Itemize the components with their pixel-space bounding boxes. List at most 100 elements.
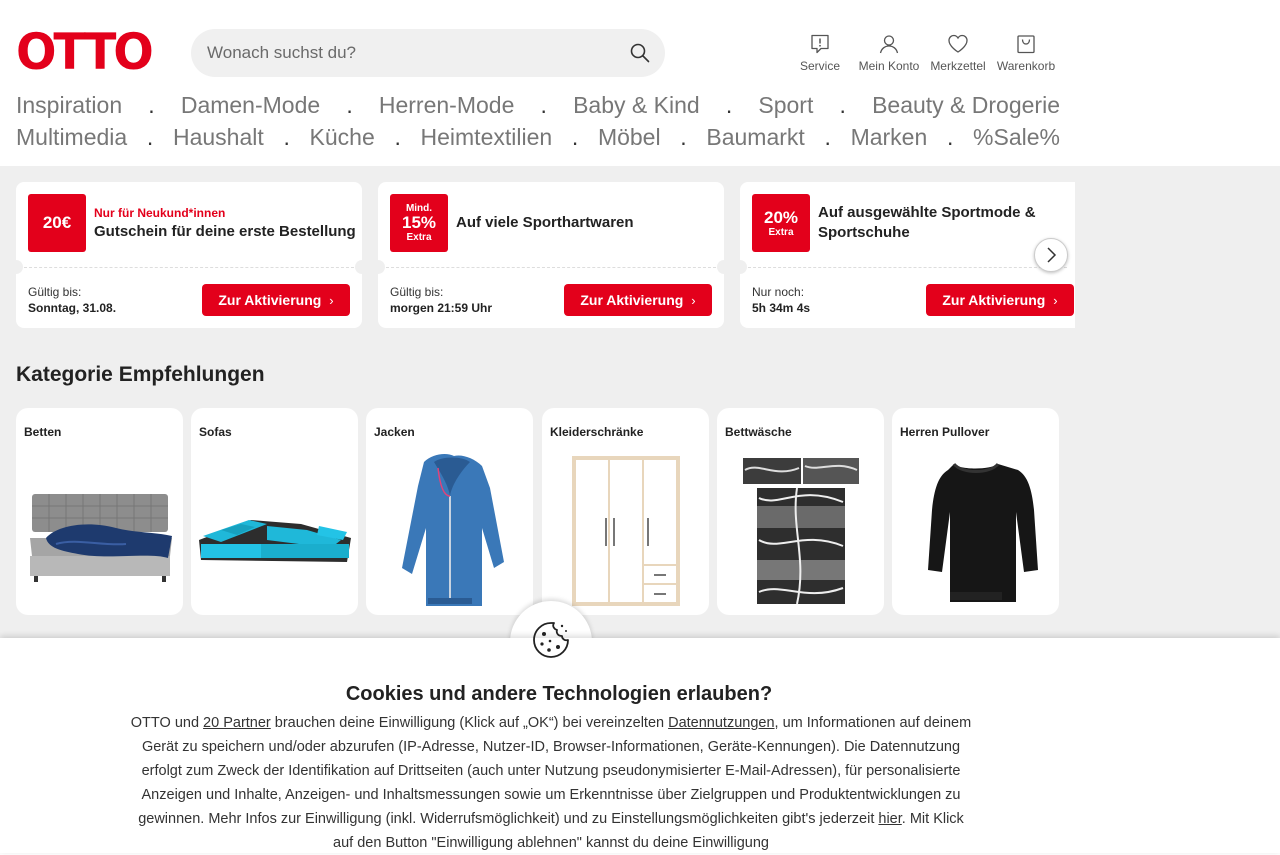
activate-button[interactable]: Zur Aktivierung ›	[564, 284, 712, 316]
badge-value: 20€	[42, 213, 72, 232]
cart-button[interactable]: Warenkorb	[993, 33, 1059, 73]
section-title: Kategorie Empfehlungen	[16, 363, 265, 386]
coupon-kicker: Nur für Neukund*innen	[94, 206, 226, 220]
category-tile-kleiderschraenke[interactable]: Kleiderschränke	[542, 408, 709, 615]
otto-logo[interactable]: OTTO	[16, 27, 154, 77]
service-label: Service	[799, 59, 840, 73]
carousel-next-button[interactable]	[1034, 238, 1068, 272]
coupon-divider	[748, 267, 1067, 268]
main-nav-row-1: Inspiration . Damen-Mode . Herren-Mode .…	[16, 92, 1060, 119]
wishlist-button[interactable]: Merkzettel	[925, 33, 991, 73]
category-label: Jacken	[374, 425, 415, 439]
activate-button[interactable]: Zur Aktivierung ›	[202, 284, 350, 316]
category-label: Herren Pullover	[900, 425, 990, 439]
sofa-image	[199, 520, 351, 562]
datennutzungen-link[interactable]: Datennutzungen	[668, 715, 774, 731]
nav-item-moebel[interactable]: Möbel	[598, 124, 661, 151]
category-label: Sofas	[199, 425, 232, 439]
chevron-right-icon: ›	[1053, 292, 1058, 308]
coupon-card-neukunden[interactable]: 20€ Nur für Neukund*innen Gutschein für …	[16, 182, 362, 328]
search-bar[interactable]	[191, 29, 665, 77]
badge-bottom: Extra	[406, 232, 432, 243]
badge-bottom: Extra	[768, 226, 794, 238]
cookie-icon	[533, 622, 569, 658]
category-tile-bettwaesche[interactable]: Bettwäsche	[717, 408, 884, 615]
category-tile-sofas[interactable]: Sofas	[191, 408, 358, 615]
nav-item-damen-mode[interactable]: Damen-Mode	[181, 92, 320, 119]
coupon-notch	[355, 260, 362, 274]
hier-link[interactable]: hier	[878, 811, 901, 827]
nav-separator: .	[540, 92, 547, 118]
search-input[interactable]	[207, 41, 607, 65]
jacket-image	[402, 454, 504, 606]
nav-separator: .	[148, 92, 155, 118]
coupon-valid-label: Gültig bis:	[390, 285, 444, 299]
coupon-headline: Auf viele Sporthartwaren	[456, 214, 634, 231]
nav-item-herren-mode[interactable]: Herren-Mode	[379, 92, 515, 119]
nav-separator: .	[283, 124, 290, 150]
category-tile-jacken[interactable]: Jacken	[366, 408, 533, 615]
coupon-notch	[740, 260, 747, 274]
category-label: Betten	[24, 425, 62, 439]
activate-button[interactable]: Zur Aktivierung ›	[926, 284, 1074, 316]
service-button[interactable]: Service	[790, 33, 850, 73]
nav-item-haushalt[interactable]: Haushalt	[173, 124, 264, 151]
nav-item-marken[interactable]: Marken	[851, 124, 928, 151]
coupon-valid-label: Gültig bis:	[28, 285, 82, 299]
chevron-right-icon: ›	[691, 292, 696, 308]
coupon-badge: Mind. 15% Extra	[390, 194, 448, 252]
badge-value: 20%	[763, 207, 799, 227]
cookie-text-part: , um Informationen auf deinem Gerät zu s…	[138, 715, 972, 827]
coupon-card-sporthartwaren[interactable]: Mind. 15% Extra Auf viele Sporthartwaren…	[378, 182, 724, 328]
coupon-valid-label: Nur noch:	[752, 285, 805, 299]
cart-label: Warenkorb	[996, 59, 1056, 73]
bed-linen-image	[743, 458, 859, 605]
nav-item-kueche[interactable]: Küche	[310, 124, 375, 151]
coupon-divider	[386, 267, 716, 268]
badge-value: 15%	[401, 213, 437, 232]
nav-item-sport[interactable]: Sport	[758, 92, 813, 119]
wishlist-label: Merkzettel	[930, 59, 986, 73]
nav-item-baumarkt[interactable]: Baumarkt	[706, 124, 804, 151]
coupon-badge: 20€	[28, 194, 86, 252]
coupon-headline-line2: Sportschuhe	[818, 224, 910, 241]
wardrobe-image	[572, 456, 680, 606]
coupon-notch	[378, 260, 385, 274]
nav-separator: .	[346, 92, 353, 118]
account-label: Mein Konto	[858, 59, 920, 73]
search-icon[interactable]	[629, 42, 651, 64]
cookie-title: Cookies und andere Technologien erlauben…	[345, 683, 773, 705]
coupon-notch	[717, 260, 724, 274]
coupon-headline: Gutschein für deine erste Bestellung	[94, 223, 356, 240]
nav-separator: .	[839, 92, 846, 118]
cookie-text-part: OTTO und	[130, 715, 204, 731]
nav-item-heimtextilien[interactable]: Heimtextilien	[421, 124, 553, 151]
nav-separator: .	[680, 124, 687, 150]
coupon-divider	[24, 267, 354, 268]
coupon-countdown: 5h 34m 4s	[752, 301, 811, 315]
nav-item-beauty-drogerie[interactable]: Beauty & Drogerie	[872, 92, 1060, 119]
account-button[interactable]: Mein Konto	[855, 33, 923, 73]
category-tile-herren-pullover[interactable]: Herren Pullover	[892, 408, 1059, 615]
category-tile-betten[interactable]: Betten	[16, 408, 183, 615]
chevron-right-icon: ›	[329, 292, 334, 308]
nav-item-sale[interactable]: %Sale%	[973, 124, 1060, 151]
nav-item-multimedia[interactable]: Multimedia	[16, 124, 127, 151]
nav-item-inspiration[interactable]: Inspiration	[16, 92, 122, 119]
nav-separator: .	[946, 124, 954, 150]
bed-image	[30, 494, 172, 582]
sweater-image	[928, 462, 1038, 602]
coupon-notch	[16, 260, 23, 274]
nav-item-baby-kind[interactable]: Baby & Kind	[573, 92, 700, 119]
nav-separator: .	[824, 124, 831, 150]
activate-label: Zur Aktivierung	[580, 292, 684, 308]
nav-separator: .	[725, 92, 733, 118]
cart-bag-icon	[1017, 35, 1035, 54]
nav-separator: .	[146, 124, 154, 150]
cookie-description: OTTO und 20 Partner brauchen deine Einwi…	[130, 711, 972, 855]
user-icon	[879, 35, 899, 54]
nav-separator: .	[571, 124, 579, 150]
coupon-card-sportmode[interactable]: 20% Extra Auf ausgewählte Sportmode & Sp…	[740, 182, 1075, 328]
partner-link[interactable]: 20 Partner	[203, 715, 271, 731]
service-icon	[811, 34, 829, 54]
